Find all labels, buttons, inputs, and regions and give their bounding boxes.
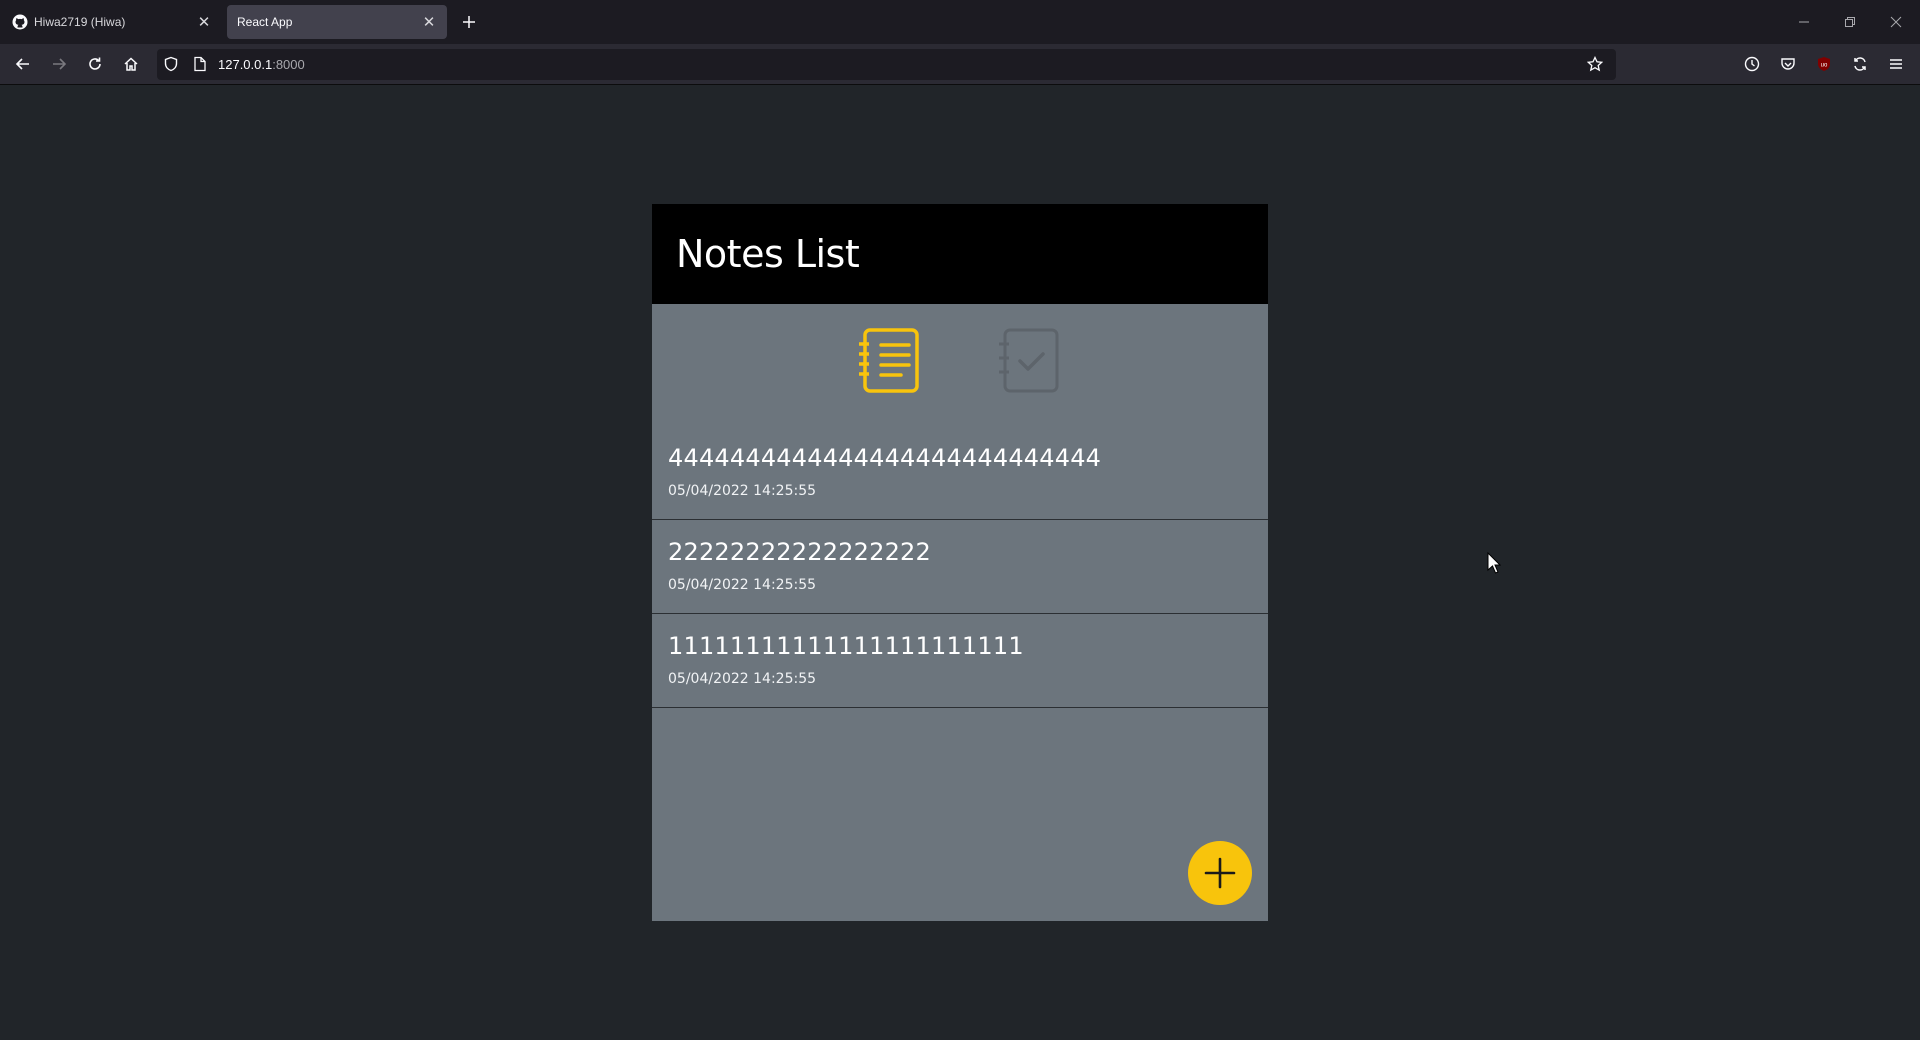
back-button[interactable]: [11, 52, 35, 76]
restore-icon: [1845, 17, 1855, 27]
close-icon: [1890, 16, 1902, 28]
browser-tab-bar: Hiwa2719 (Hiwa) ✕ React App ✕: [0, 0, 1920, 44]
ublock-shield-icon: uo: [1818, 57, 1830, 71]
tab-github[interactable]: Hiwa2719 (Hiwa) ✕: [2, 5, 222, 39]
hamburger-icon: [1890, 59, 1902, 69]
close-window-button[interactable]: [1884, 10, 1908, 34]
sync-button[interactable]: [1848, 52, 1872, 76]
ublock-button[interactable]: uo: [1812, 52, 1836, 76]
close-icon[interactable]: ✕: [196, 14, 212, 31]
arrow-right-icon: [53, 58, 67, 70]
app-header: Notes List: [652, 204, 1268, 304]
page-title: Notes List: [676, 232, 860, 276]
note-title: 4444444444444444444444444444: [668, 444, 1102, 472]
reload-button[interactable]: [83, 52, 107, 76]
forward-button[interactable]: [47, 52, 71, 76]
page-icon: [193, 56, 207, 77]
arrow-left-icon: [15, 58, 29, 70]
sync-icon: [1854, 57, 1866, 71]
shield-icon[interactable]: [163, 56, 179, 77]
tab-title: React App: [237, 15, 293, 29]
github-icon: [12, 14, 28, 30]
note-title: 11111111111111111111111: [668, 632, 1024, 660]
notebook-list-icon: [859, 328, 919, 393]
menu-button[interactable]: [1884, 52, 1908, 76]
close-icon[interactable]: ✕: [421, 14, 437, 31]
url-bar[interactable]: 127.0.0.1:8000: [157, 49, 1616, 80]
home-icon: [124, 57, 138, 71]
mouse-cursor-icon: [1487, 551, 1502, 574]
minimize-button[interactable]: [1792, 10, 1816, 34]
bookmark-star-icon[interactable]: [1586, 55, 1604, 77]
plus-icon: [463, 16, 475, 28]
new-tab-button[interactable]: [458, 11, 480, 33]
svg-text:uo: uo: [1821, 63, 1828, 69]
pocket-icon: [1781, 58, 1795, 70]
reload-icon: [89, 57, 101, 70]
note-item[interactable]: 11111111111111111111111 05/04/2022 14:25…: [652, 614, 1268, 708]
notes-app: Notes List 4444444444444444444444444444 …: [652, 204, 1268, 921]
notebook-check-icon: [999, 328, 1059, 393]
plus-icon: [1204, 857, 1236, 889]
history-button[interactable]: [1740, 52, 1764, 76]
restore-button[interactable]: [1838, 10, 1862, 34]
pocket-button[interactable]: [1776, 52, 1800, 76]
tab-react-app[interactable]: React App ✕: [227, 5, 447, 39]
browser-nav-bar: 127.0.0.1:8000 uo: [0, 44, 1920, 85]
note-item[interactable]: 4444444444444444444444444444 05/04/2022 …: [652, 426, 1268, 520]
note-item[interactable]: 22222222222222222 05/04/2022 14:25:55: [652, 520, 1268, 614]
add-note-button[interactable]: [1188, 841, 1252, 905]
tab-title: Hiwa2719 (Hiwa): [34, 15, 126, 29]
todo-view-button[interactable]: [997, 328, 1061, 394]
url-text[interactable]: 127.0.0.1:8000: [218, 57, 305, 72]
notes-list: 4444444444444444444444444444 05/04/2022 …: [652, 426, 1268, 708]
note-date: 05/04/2022 14:25:55: [668, 483, 817, 499]
note-date: 05/04/2022 14:25:55: [668, 577, 817, 593]
home-button[interactable]: [119, 52, 143, 76]
clock-icon: [1744, 56, 1760, 72]
minimize-icon: [1799, 21, 1809, 23]
notes-view-button[interactable]: [857, 328, 921, 394]
note-date: 05/04/2022 14:25:55: [668, 671, 817, 687]
view-switcher: [652, 304, 1268, 426]
note-title: 22222222222222222: [668, 538, 931, 566]
